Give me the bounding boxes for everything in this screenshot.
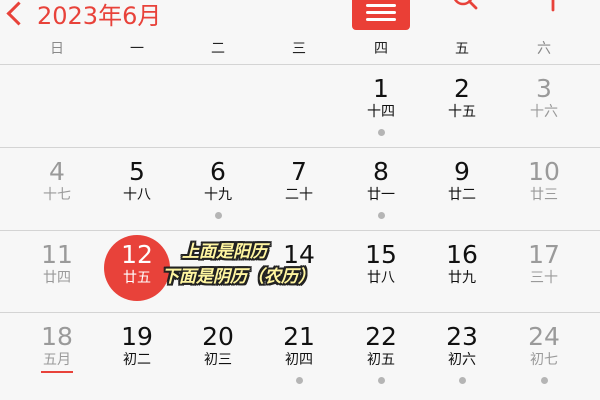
- lunar-date: 十九: [204, 187, 232, 203]
- back-button[interactable]: 2023年6月: [6, 0, 162, 31]
- day-cell[interactable]: 20 初三: [177, 323, 259, 369]
- list-icon-line: [366, 18, 396, 21]
- lunar-date: 二十: [285, 187, 313, 203]
- day-cell[interactable]: 2 十五: [421, 75, 503, 121]
- lunar-date: 十七: [43, 187, 71, 203]
- weekday-sat: 六: [537, 41, 551, 57]
- weekday-sun: 日: [50, 41, 64, 57]
- week-divider: [0, 312, 600, 313]
- weekday-wed: 三: [292, 41, 306, 57]
- lunar-date: 五月: [43, 352, 71, 368]
- solar-date: 9: [454, 157, 470, 186]
- lunar-date: 初五: [367, 352, 395, 368]
- day-cell[interactable]: 22 初五: [340, 323, 422, 384]
- toolbar: 2023年6月: [0, 0, 600, 30]
- list-icon: [366, 4, 396, 7]
- lunar-date: 廿三: [530, 187, 558, 203]
- lunar-date: 廿九: [448, 270, 476, 286]
- day-cell[interactable]: 8 廿一: [340, 158, 422, 219]
- solar-date: 19: [121, 322, 153, 351]
- lunar-date: 十五: [448, 104, 476, 120]
- lunar-date: 廿二: [448, 187, 476, 203]
- day-cell[interactable]: 3 十六: [503, 75, 585, 121]
- day-cell[interactable]: 7 二十: [258, 158, 340, 204]
- month-title: 2023年6月: [37, 2, 162, 30]
- lunar-date: 三十: [530, 270, 558, 286]
- event-dot: [540, 377, 548, 384]
- lunar-date: 初二: [123, 352, 151, 368]
- lunar-date: 十四: [367, 104, 395, 120]
- lunar-date: 初四: [285, 352, 313, 368]
- day-cell[interactable]: 15 廿八: [340, 241, 422, 287]
- day-cell[interactable]: 21 初四: [258, 323, 340, 384]
- solar-date: 18: [41, 322, 73, 351]
- solar-date: 1: [373, 74, 389, 103]
- day-cell[interactable]: 6 十九: [177, 158, 259, 219]
- day-cell[interactable]: 4 十七: [16, 158, 98, 204]
- solar-date: 24: [528, 322, 560, 351]
- event-dot: [377, 129, 385, 136]
- annotation-caption: 上面是阳历 下面是阴历（农历）: [162, 240, 315, 290]
- event-dot: [295, 377, 303, 384]
- day-cell[interactable]: 11 廿四: [16, 241, 98, 287]
- solar-date: 23: [446, 322, 478, 351]
- lunar-date: 初七: [530, 352, 558, 368]
- solar-date: 22: [365, 322, 397, 351]
- chevron-left-icon: [6, 1, 31, 26]
- solar-date: 11: [41, 240, 73, 269]
- event-dot: [214, 212, 222, 219]
- calendar-app: 2023年6月 日 一 二 三 四 五 六 1 十四 2 十五 3 十六 4 十…: [0, 0, 600, 400]
- event-dot: [377, 377, 385, 384]
- day-cell[interactable]: 5 十八: [96, 158, 178, 204]
- lunar-date: 十六: [530, 104, 558, 120]
- lunar-date: 初六: [448, 352, 476, 368]
- solar-date: 2: [454, 74, 470, 103]
- day-cell[interactable]: 19 初二: [96, 323, 178, 369]
- solar-date: 3: [536, 74, 552, 103]
- annotation-line-solar: 上面是阳历: [182, 242, 267, 262]
- week-divider: [0, 230, 600, 231]
- lunar-date: 廿四: [43, 270, 71, 286]
- event-dot: [377, 212, 385, 219]
- day-cell[interactable]: 24 初七: [503, 323, 585, 384]
- day-cell[interactable]: 18 五月: [16, 323, 98, 373]
- solar-date: 7: [291, 157, 307, 186]
- weekday-tue: 二: [211, 41, 225, 57]
- solar-date: 5: [129, 157, 145, 186]
- search-icon[interactable]: [452, 0, 478, 12]
- day-cell[interactable]: 1 十四: [340, 75, 422, 136]
- solar-date: 16: [446, 240, 478, 269]
- solar-date: 17: [528, 240, 560, 269]
- weekday-fri: 五: [455, 41, 469, 57]
- solar-date: 8: [373, 157, 389, 186]
- list-icon-line: [366, 11, 396, 14]
- lunar-date: 廿八: [367, 270, 395, 286]
- solar-date: 15: [365, 240, 397, 269]
- lunar-month-underline: [41, 371, 73, 373]
- weekday-thu: 四: [374, 41, 388, 57]
- plus-icon[interactable]: [538, 0, 568, 12]
- lunar-date: 初三: [204, 352, 232, 368]
- day-cell[interactable]: 23 初六: [421, 323, 503, 384]
- weekday-mon: 一: [130, 41, 144, 57]
- list-view-button[interactable]: [352, 0, 410, 30]
- day-cell[interactable]: 9 廿二: [421, 158, 503, 204]
- day-cell[interactable]: 16 廿九: [421, 241, 503, 287]
- weekday-header: 日 一 二 三 四 五 六: [0, 38, 600, 64]
- day-cell[interactable]: 10 廿三: [503, 158, 585, 204]
- week-divider: [0, 147, 600, 148]
- solar-date: 21: [283, 322, 315, 351]
- annotation-line-lunar: 下面是阴历（农历）: [162, 267, 315, 287]
- event-dot: [458, 377, 466, 384]
- solar-date: 20: [202, 322, 234, 351]
- solar-date: 6: [210, 157, 226, 186]
- solar-date: 10: [528, 157, 560, 186]
- week-divider: [0, 64, 600, 65]
- lunar-date: 廿一: [367, 187, 395, 203]
- day-cell[interactable]: 17 三十: [503, 241, 585, 287]
- solar-date: 4: [49, 157, 65, 186]
- lunar-date: 十八: [123, 187, 151, 203]
